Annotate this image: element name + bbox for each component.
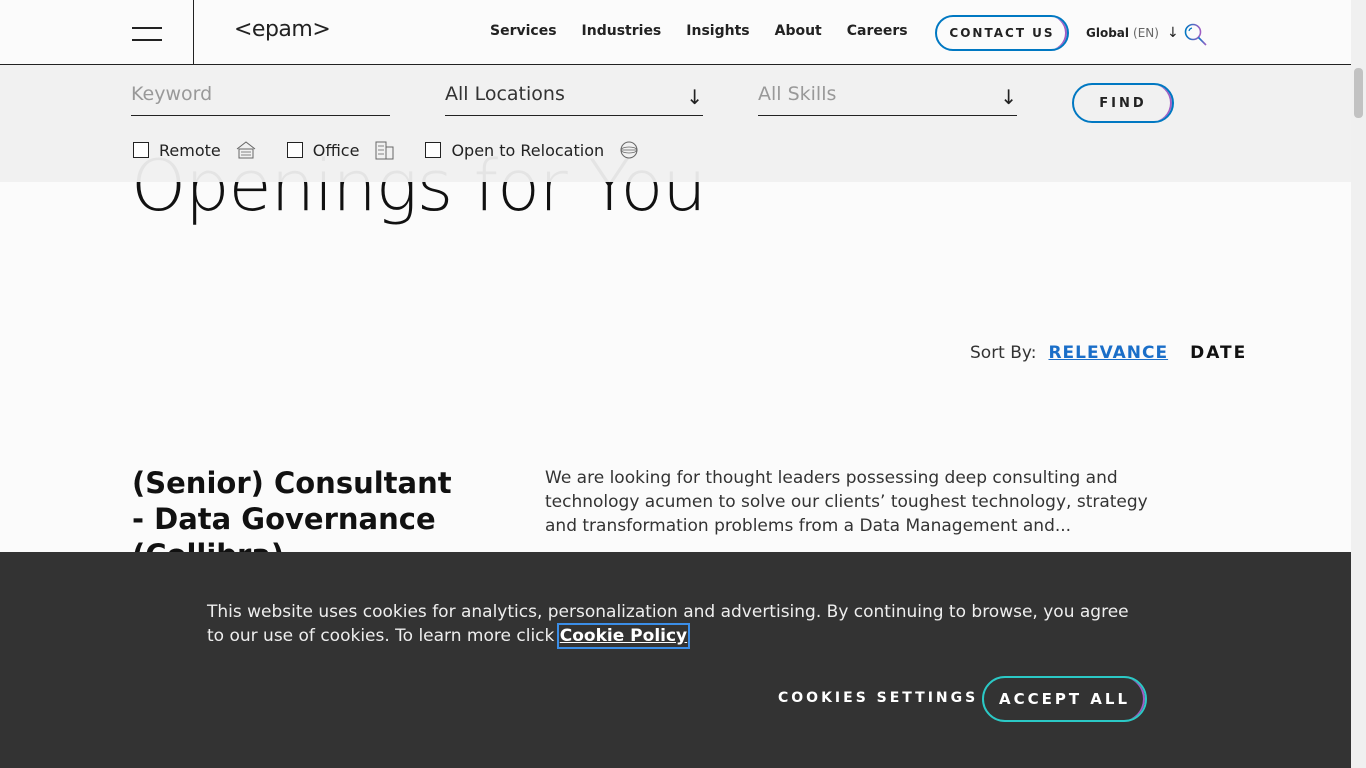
header-divider: [193, 0, 194, 65]
sort-relevance-link[interactable]: RELEVANCE: [1048, 343, 1168, 363]
job-filter-bar: Keyword All Locations ↓ All Skills ↓ FIN…: [0, 65, 1351, 182]
nav-about[interactable]: About: [775, 23, 822, 39]
cookie-message: This website uses cookies for analytics,…: [207, 600, 1137, 649]
contact-us-button[interactable]: CONTACT US: [935, 15, 1069, 51]
sort-label: Sort By:: [970, 343, 1037, 363]
chevron-down-icon: ↓: [1000, 85, 1017, 109]
lang-code: (EN): [1133, 26, 1159, 40]
sort-controls: Sort By: RELEVANCE DATE: [970, 343, 1247, 363]
cookie-policy-link[interactable]: Cookie Policy: [556, 623, 691, 649]
nav-careers[interactable]: Careers: [847, 23, 908, 39]
nav-insights[interactable]: Insights: [686, 23, 749, 39]
keyword-input[interactable]: Keyword: [131, 83, 390, 116]
epam-logo[interactable]: <epam>: [234, 17, 331, 42]
accept-all-button[interactable]: ACCEPT ALL: [982, 676, 1147, 722]
house-icon: [236, 141, 256, 159]
globe-icon: [620, 141, 638, 159]
cookies-settings-button[interactable]: COOKIES SETTINGS: [778, 690, 978, 706]
nav-services[interactable]: Services: [490, 23, 557, 39]
relocation-checkbox[interactable]: Open to Relocation: [425, 139, 640, 161]
scrollbar-thumb[interactable]: [1354, 68, 1363, 118]
job-description: We are looking for thought leaders posse…: [545, 468, 1148, 536]
cookie-banner: This website uses cookies for analytics,…: [0, 552, 1351, 768]
page-scrollbar[interactable]: [1351, 0, 1366, 768]
remote-checkbox[interactable]: Remote: [133, 139, 257, 161]
location-value: All Locations: [445, 83, 565, 105]
main-nav: Services Industries Insights About Caree…: [490, 23, 908, 39]
location-dropdown[interactable]: All Locations ↓: [445, 83, 703, 116]
office-checkbox[interactable]: Office: [286, 139, 396, 161]
nav-industries[interactable]: Industries: [582, 23, 662, 39]
skills-placeholder: All Skills: [758, 83, 837, 105]
checkbox-box[interactable]: [286, 142, 303, 158]
skills-dropdown[interactable]: All Skills ↓: [758, 83, 1017, 116]
office-label: Office: [312, 140, 360, 160]
lang-region: Global: [1086, 26, 1130, 40]
building-icon: [375, 141, 394, 160]
language-selector[interactable]: Global (EN) ↓: [1086, 25, 1179, 41]
relocation-label: Open to Relocation: [451, 140, 605, 160]
sort-date-link[interactable]: DATE: [1190, 343, 1247, 363]
chevron-down-icon: ↓: [1166, 25, 1179, 41]
chevron-down-icon: ↓: [686, 85, 703, 109]
menu-burger-icon[interactable]: [132, 27, 162, 41]
checkbox-box[interactable]: [425, 142, 442, 158]
remote-label: Remote: [159, 140, 221, 160]
find-button[interactable]: FIND: [1072, 83, 1174, 123]
work-type-filters: Remote Office Open to Relocation: [133, 139, 670, 161]
checkbox-box[interactable]: [133, 142, 149, 158]
search-icon[interactable]: [1183, 22, 1207, 46]
site-header: <epam> Services Industries Insights Abou…: [0, 0, 1351, 65]
